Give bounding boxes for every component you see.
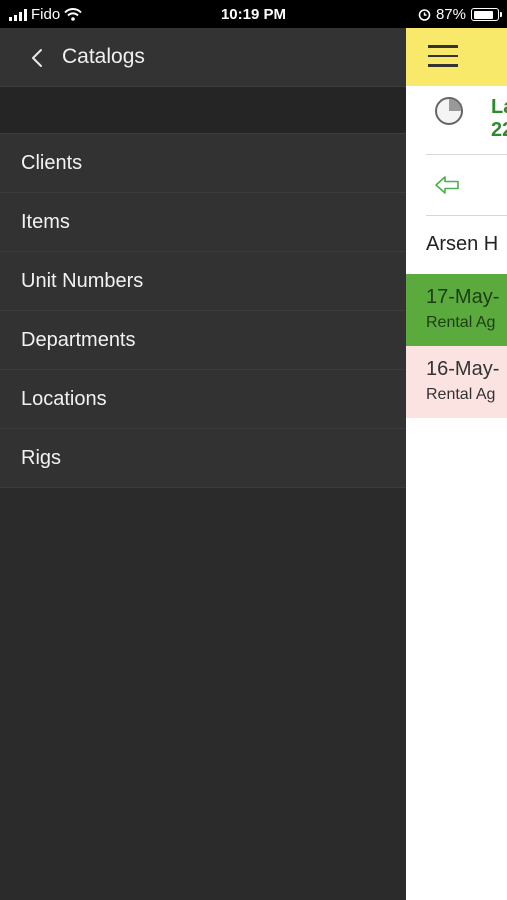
hamburger-icon[interactable] [428,45,458,69]
info-line-1: La [491,96,507,118]
drawer-header: Catalogs [0,28,406,87]
entry-date: 17-May- [426,286,500,308]
status-right: 87% [418,6,502,23]
info-text: La 22 [491,96,507,142]
info-line-2: 22 [491,119,507,141]
menu-item-unit-numbers[interactable]: Unit Numbers [0,251,406,310]
drawer-title: Catalogs [62,45,145,68]
battery-icon [471,8,502,21]
menu-item-items[interactable]: Items [0,192,406,251]
entry-subtitle: Rental Ag [426,386,496,403]
navigation-drawer: Catalogs Clients Items Unit Numbers Depa… [0,28,406,900]
back-arrow-icon[interactable] [433,173,461,197]
entry-date: 16-May- [426,358,500,380]
menu-item-rigs[interactable]: Rigs [0,428,406,488]
drawer-spacer [0,87,406,133]
list-item[interactable]: 16-May- Rental Ag [406,346,507,418]
info-row: La 22 [426,86,507,155]
clock-icon [435,97,463,125]
alarm-icon [418,9,431,21]
status-bar: Fido 10:19 PM 87% [0,0,507,28]
battery-percent: 87% [435,6,466,23]
back-row [426,155,507,216]
entry-subtitle: Rental Ag [426,314,496,331]
drawer-menu: Clients Items Unit Numbers Departments L… [0,133,406,488]
menu-item-locations[interactable]: Locations [0,369,406,428]
menu-item-clients[interactable]: Clients [0,133,406,192]
main-content: La 22 Arsen H 17-May- Rental Ag 16-May- … [406,28,507,900]
list-item[interactable]: 17-May- Rental Ag [406,274,507,346]
client-name-row: Arsen H [406,216,507,274]
client-name: Arsen H [426,233,499,255]
top-app-bar [406,28,507,86]
menu-item-departments[interactable]: Departments [0,310,406,369]
back-chevron-icon[interactable] [28,46,48,70]
